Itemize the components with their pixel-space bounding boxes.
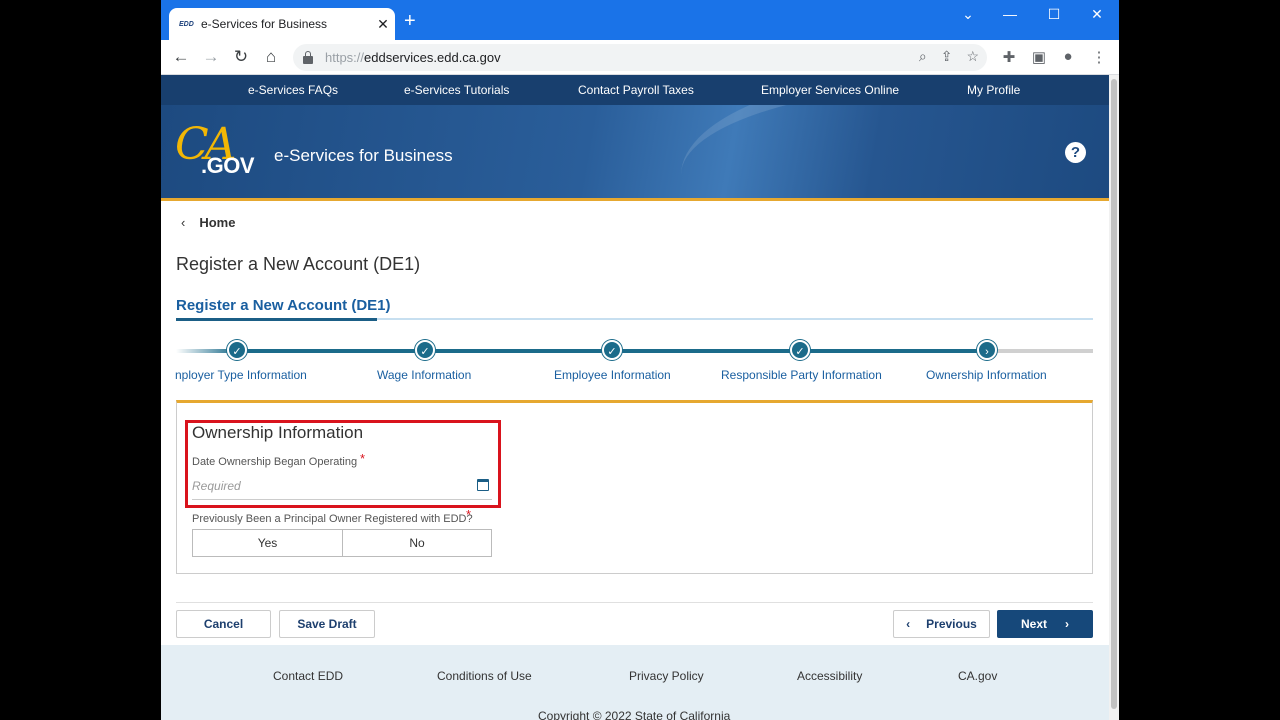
nav-my-profile[interactable]: My Profile (967, 75, 1020, 105)
ca-gov-logo[interactable]: CA .GOV (175, 119, 261, 185)
section-title: Ownership Information (192, 423, 364, 442)
date-ownership-input[interactable]: Required (192, 476, 492, 500)
date-ownership-label: Date Ownership Began Operating (192, 456, 358, 468)
page-scrollbar[interactable] (1109, 75, 1119, 720)
tab-title: e-Services for Business (201, 17, 328, 31)
forward-icon[interactable]: → (201, 47, 221, 67)
lock-icon (303, 50, 313, 64)
close-tab-icon[interactable]: ✕ (371, 16, 395, 33)
page-title: Register a New Account (DE1) (176, 254, 421, 274)
nav-employer-services-online[interactable]: Employer Services Online (761, 75, 899, 105)
breadcrumb[interactable]: ‹ Home (181, 215, 235, 230)
footer-conditions-of-use[interactable]: Conditions of Use (437, 669, 532, 683)
tab-bar: EDD e-Services for Business ✕ + ⌄ — ☐ ✕ (161, 0, 1119, 40)
url-protocol: https:// (325, 50, 365, 65)
step-label-ownership[interactable]: Ownership Information (926, 368, 1047, 382)
calendar-icon[interactable] (477, 479, 489, 491)
new-tab-icon[interactable]: + (404, 11, 416, 31)
edd-favicon-icon: EDD (179, 20, 194, 28)
back-icon[interactable]: ← (171, 47, 191, 67)
site-title: e-Services for Business (274, 146, 453, 165)
active-tab-indicator (176, 318, 377, 321)
step-complete-check-icon[interactable]: ✓ (227, 340, 247, 360)
browser-tab[interactable]: EDD e-Services for Business ✕ (169, 8, 395, 40)
required-marker: * (466, 507, 472, 522)
chevron-left-icon: ‹ (181, 215, 186, 230)
step-complete-check-icon[interactable]: ✓ (790, 340, 810, 360)
nav-contact-payroll-taxes[interactable]: Contact Payroll Taxes (578, 75, 694, 105)
site-top-nav: e-Services FAQs e-Services Tutorials Con… (161, 75, 1109, 105)
footer-accessibility[interactable]: Accessibility (797, 669, 862, 683)
date-placeholder: Required (192, 479, 241, 493)
home-icon[interactable]: ⌂ (261, 47, 281, 67)
url-field[interactable]: https:// eddservices.edd.ca.gov ⌕ ⇪ ☆ (293, 44, 987, 71)
nav-eservices-faqs[interactable]: e-Services FAQs (248, 75, 338, 105)
tab-search-chevron-icon[interactable]: ⌄ (956, 6, 980, 23)
footer-privacy-policy[interactable]: Privacy Policy (629, 669, 704, 683)
address-bar: ← → ↻ ⌂ https:// eddservices.edd.ca.gov … (161, 40, 1119, 75)
footer-ca-gov[interactable]: CA.gov (958, 669, 997, 683)
nav-eservices-tutorials[interactable]: e-Services Tutorials (404, 75, 509, 105)
cancel-button[interactable]: Cancel (176, 610, 271, 638)
profile-avatar-icon[interactable]: ● (1058, 48, 1078, 65)
bookmark-star-icon[interactable]: ☆ (966, 48, 979, 65)
step-label-employee[interactable]: Employee Information (554, 368, 671, 382)
copyright: Copyright © 2022 State of California (538, 709, 731, 720)
step-label-employer-type[interactable]: nployer Type Information (175, 368, 307, 382)
menu-kebab-icon[interactable]: ⋮ (1089, 48, 1109, 66)
chevron-left-icon: ‹ (906, 617, 911, 631)
no-option-button[interactable]: No (342, 529, 492, 557)
footer-contact-edd[interactable]: Contact EDD (273, 669, 343, 683)
side-panel-icon[interactable]: ▣ (1029, 48, 1049, 66)
chevron-right-icon: › (1065, 617, 1069, 631)
tab-register-new-account[interactable]: Register a New Account (DE1) (176, 297, 391, 314)
principal-owner-label: Previously Been a Principal Owner Regist… (192, 513, 473, 525)
step-label-wage[interactable]: Wage Information (377, 368, 471, 382)
zoom-icon[interactable]: ⌕ (919, 48, 927, 65)
url-host: eddservices.edd.ca.gov (364, 50, 501, 65)
maximize-icon[interactable]: ☐ (1042, 6, 1066, 23)
required-marker: * (360, 451, 366, 466)
step-current-chevron-icon[interactable]: › (977, 340, 997, 360)
minimize-icon[interactable]: — (998, 6, 1022, 22)
breadcrumb-home[interactable]: Home (199, 215, 235, 230)
help-icon[interactable]: ? (1065, 142, 1086, 163)
previous-button[interactable]: ‹ Previous (893, 610, 990, 638)
next-button[interactable]: Next › (997, 610, 1093, 638)
site-footer: Contact EDD Conditions of Use Privacy Po… (161, 645, 1109, 720)
share-icon[interactable]: ⇪ (941, 48, 953, 65)
browser-window: EDD e-Services for Business ✕ + ⌄ — ☐ ✕ … (161, 0, 1119, 720)
step-complete-check-icon[interactable]: ✓ (415, 340, 435, 360)
step-label-responsible-party[interactable]: Responsible Party Information (721, 368, 882, 382)
save-draft-button[interactable]: Save Draft (279, 610, 375, 638)
close-window-icon[interactable]: ✕ (1085, 6, 1109, 23)
scrollbar-thumb[interactable] (1111, 79, 1117, 709)
yes-option-button[interactable]: Yes (192, 529, 343, 557)
reload-icon[interactable]: ↻ (231, 47, 251, 67)
step-complete-check-icon[interactable]: ✓ (602, 340, 622, 360)
extensions-puzzle-icon[interactable]: ✚ (999, 48, 1019, 66)
site-banner: CA .GOV e-Services for Business ? (161, 105, 1109, 201)
